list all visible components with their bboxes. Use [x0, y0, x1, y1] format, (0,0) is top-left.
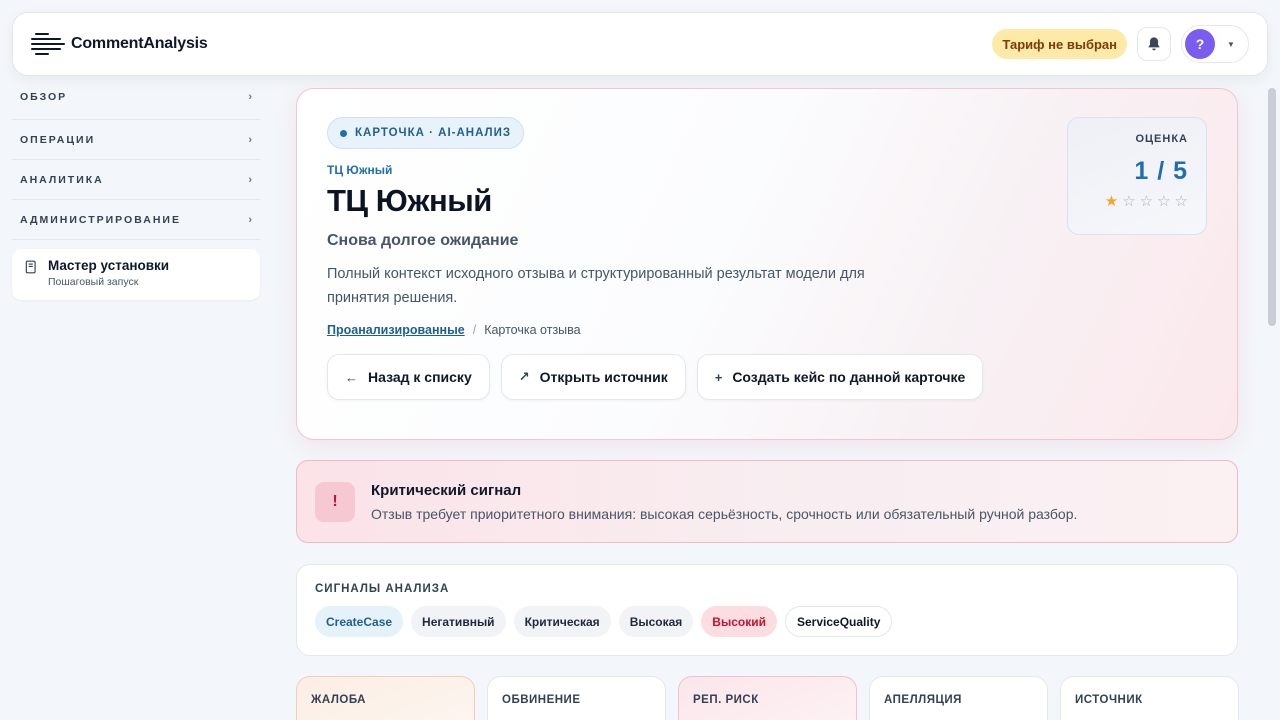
setup-subtitle: Пошаговый запуск	[48, 276, 139, 288]
chevron-right-icon: ›	[248, 173, 252, 186]
breadcrumb-current: Карточка отзыва	[484, 323, 581, 337]
open-source-button[interactable]: ↗ Открыть источник	[500, 354, 686, 400]
sidebar: ОБЗОР › ОПЕРАЦИИ › АНАЛИТИКА › АДМИНИСТР…	[12, 78, 260, 300]
sidebar-group-label: АДМИНИСТРИРОВАНИЕ	[20, 213, 181, 226]
scrollbar[interactable]	[1268, 88, 1276, 326]
setup-title: Мастер установки	[48, 258, 170, 273]
chevron-right-icon: ›	[248, 133, 252, 146]
star-empty-icon: ☆	[1174, 193, 1188, 210]
metric-card-appeal: АПЕЛЛЯЦИЯ	[869, 676, 1048, 720]
external-link-icon: ↗	[518, 369, 530, 384]
metric-card-accusation: ОБВИНЕНИЕ	[487, 676, 666, 720]
review-subtitle: Снова долгое ожидание	[327, 232, 519, 249]
signal-chip[interactable]: Критическая	[513, 606, 611, 637]
metric-card-rep-risk: РЕП. РИСК	[678, 676, 857, 720]
card-tag: КАРТОЧКА · AI-АНАЛИЗ	[327, 117, 525, 149]
avatar: ?	[1185, 29, 1215, 59]
metric-cards: ЖАЛОБА ОБВИНЕНИЕ РЕП. РИСК АПЕЛЛЯЦИЯ ИСТ…	[296, 676, 1239, 720]
metric-card-complaint: ЖАЛОБА	[296, 676, 475, 720]
sidebar-group-label: ОБЗОР	[20, 91, 68, 103]
rating-value: 1 / 5	[1134, 157, 1188, 185]
chevron-down-icon: ▼	[1227, 39, 1235, 49]
rating-stars: ★ ☆ ☆ ☆ ☆	[1086, 192, 1188, 210]
create-case-button[interactable]: + Создать кейс по данной карточке	[696, 354, 984, 400]
chevron-right-icon: ›	[248, 213, 252, 226]
signal-chip[interactable]: Высокий	[701, 606, 777, 637]
plus-icon: +	[714, 369, 723, 385]
dot-icon	[340, 129, 347, 137]
chevron-right-icon: ›	[248, 91, 252, 103]
analysis-signals: СИГНАЛЫ АНАЛИЗА CreateCase Негативный Кр…	[296, 564, 1238, 656]
sidebar-group-overview[interactable]: ОБЗОР ›	[12, 78, 260, 120]
metric-card-source: ИСТОЧНИК	[1060, 676, 1239, 720]
signals-title: СИГНАЛЫ АНАЛИЗА	[315, 583, 450, 595]
sidebar-group-label: ОПЕРАЦИИ	[20, 133, 96, 146]
sidebar-group-label: АНАЛИТИКА	[20, 173, 104, 186]
card-tag-label: КАРТОЧКА · AI-АНАЛИЗ	[355, 127, 512, 139]
rating-box: ОЦЕНКА 1 / 5 ★ ☆ ☆ ☆ ☆	[1067, 117, 1207, 235]
alert-title: Критический сигнал	[371, 481, 522, 499]
review-card: КАРТОЧКА · AI-АНАЛИЗ ТЦ Южный ТЦ Южный С…	[296, 88, 1238, 440]
signal-chip[interactable]: ServiceQuality	[784, 606, 893, 637]
review-description: Полный контекст исходного отзыва и струк…	[327, 266, 865, 306]
bell-icon	[1148, 37, 1160, 51]
star-empty-icon: ☆	[1157, 193, 1171, 210]
open-source-label: Открыть источник	[539, 369, 668, 385]
setup-wizard-link[interactable]: Мастер установки Пошаговый запуск	[12, 249, 260, 300]
alert-text: Отзыв требует приоритетного внимания: вы…	[371, 505, 1078, 522]
signal-chips: CreateCase Негативный Критическая Высока…	[315, 606, 1219, 637]
star-empty-icon: ☆	[1122, 193, 1136, 210]
breadcrumb-separator: /	[472, 323, 477, 337]
brand-name: CommentAnalysis	[71, 35, 208, 52]
user-menu[interactable]: ? ▼	[1181, 25, 1249, 63]
logo[interactable]: CommentAnalysis	[31, 29, 208, 59]
book-icon	[25, 260, 36, 274]
breadcrumb-link-analyzed[interactable]: Проанализированные	[327, 323, 465, 337]
rating-label: ОЦЕНКА	[1135, 133, 1188, 145]
top-header: CommentAnalysis Тариф не выбран ? ▼	[12, 12, 1268, 76]
logo-icon	[31, 29, 65, 59]
signal-chip[interactable]: CreateCase	[315, 606, 404, 637]
card-actions: ← Назад к списку ↗ Открыть источник + Со…	[327, 354, 1207, 400]
sidebar-group-operations[interactable]: ОПЕРАЦИИ ›	[12, 120, 260, 160]
arrow-left-icon: ←	[345, 369, 358, 385]
star-empty-icon: ☆	[1139, 193, 1154, 210]
back-to-list-button[interactable]: ← Назад к списку	[327, 354, 490, 400]
sidebar-group-analytics[interactable]: АНАЛИТИКА ›	[12, 160, 260, 200]
star-filled-icon: ★	[1104, 193, 1119, 210]
signal-chip[interactable]: Высокая	[618, 606, 694, 637]
plan-badge[interactable]: Тариф не выбран	[992, 29, 1127, 59]
notifications-button[interactable]	[1137, 27, 1171, 61]
back-to-list-label: Назад к списку	[368, 369, 472, 385]
sidebar-group-administration[interactable]: АДМИНИСТРИРОВАНИЕ ›	[12, 200, 260, 240]
create-case-label: Создать кейс по данной карточке	[732, 369, 966, 385]
breadcrumb: Проанализированные / Карточка отзыва	[327, 323, 1207, 337]
signal-chip[interactable]: Негативный	[411, 606, 506, 637]
alert-icon: !	[315, 481, 355, 522]
critical-alert: ! Критический сигнал Отзыв требует приор…	[296, 460, 1238, 543]
